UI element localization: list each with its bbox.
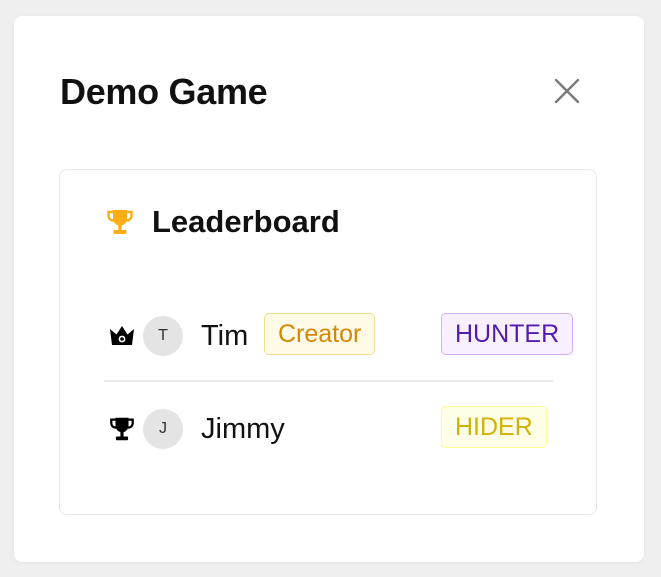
modal-title: Demo Game bbox=[60, 71, 268, 112]
crown-icon bbox=[108, 322, 136, 350]
row-divider bbox=[104, 380, 553, 382]
leaderboard-card: Leaderboard T Tim Creator HUNTER J Jimmy… bbox=[59, 169, 597, 515]
avatar: J bbox=[143, 409, 183, 449]
player-name: Jimmy bbox=[201, 413, 285, 445]
close-icon bbox=[554, 78, 580, 109]
avatar: T bbox=[143, 316, 183, 356]
player-name: Tim bbox=[201, 320, 249, 352]
creator-badge: Creator bbox=[264, 313, 376, 355]
role-badge: HIDER bbox=[441, 406, 547, 448]
game-modal: Demo Game Leaderboard T Tim Creator HUNT… bbox=[14, 16, 644, 562]
trophy-icon bbox=[104, 206, 136, 238]
leaderboard-row: T Tim Creator HUNTER bbox=[104, 313, 574, 359]
leaderboard-title: Leaderboard bbox=[152, 204, 340, 239]
trophy-icon bbox=[108, 415, 136, 443]
leaderboard-header: Leaderboard bbox=[104, 204, 340, 240]
leaderboard-row: J Jimmy HIDER bbox=[104, 406, 574, 452]
close-button[interactable] bbox=[550, 76, 584, 110]
role-badge: HUNTER bbox=[441, 313, 574, 355]
